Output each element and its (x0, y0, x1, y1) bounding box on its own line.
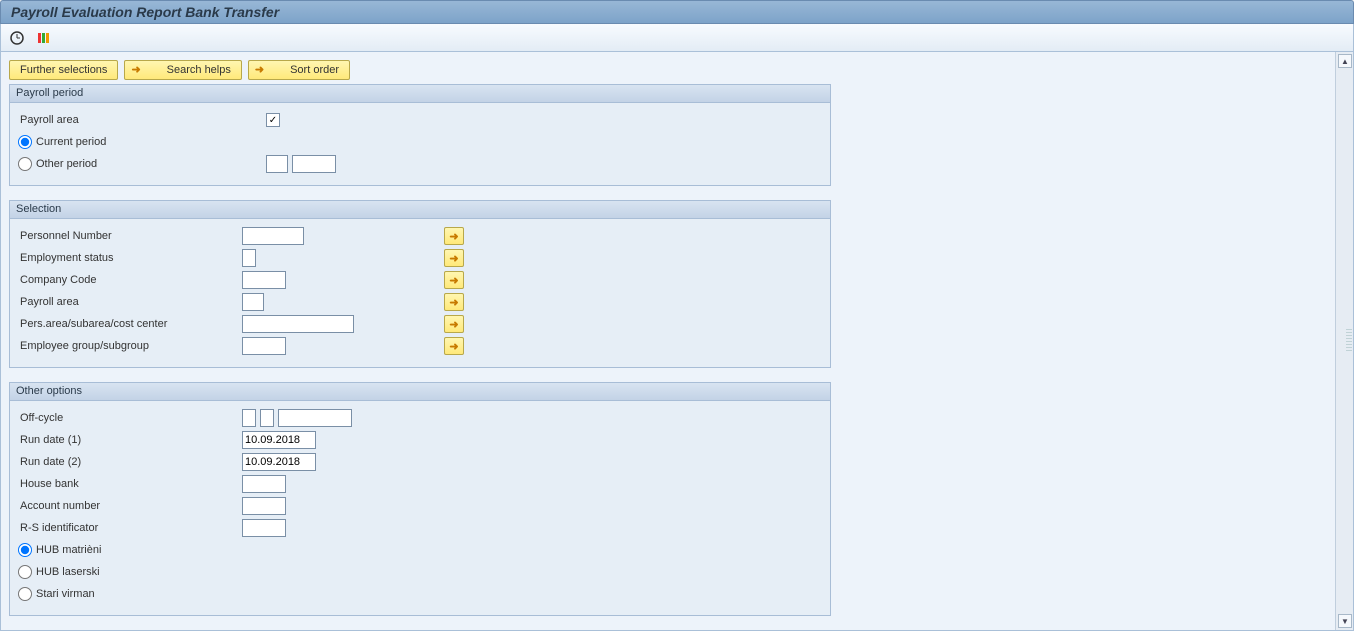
current-period-label: Current period (36, 136, 106, 148)
multi-select-button[interactable]: ➜ (444, 271, 464, 289)
multi-select-button[interactable]: ➜ (444, 315, 464, 333)
vertical-scrollbar[interactable]: ▲ ▼ (1335, 52, 1353, 630)
further-selections-button[interactable]: Further selections (9, 60, 118, 80)
multi-select-button[interactable]: ➜ (444, 249, 464, 267)
scroll-grip-icon[interactable] (1346, 329, 1352, 353)
scroll-area: Further selections ➜ Search helps ➜ Sort… (1, 52, 1335, 630)
payroll-period-group: Payroll period Payroll area ✓ Current pe… (9, 84, 831, 186)
other-period-radio[interactable] (18, 157, 32, 171)
personnel-number-input[interactable] (242, 227, 304, 245)
group-title: Payroll period (10, 85, 830, 103)
stari-virman-radio[interactable] (18, 587, 32, 601)
company-code-input[interactable] (242, 271, 286, 289)
account-number-input[interactable] (242, 497, 286, 515)
company-code-label: Company Code (18, 274, 238, 286)
rs-identificator-input[interactable] (242, 519, 286, 537)
scroll-up-icon[interactable]: ▲ (1338, 54, 1352, 68)
other-options-group: Other options Off-cycle Run date (1) Run… (9, 382, 831, 616)
group-title: Other options (10, 383, 830, 401)
sort-order-label: Sort order (290, 61, 339, 79)
app-toolbar (0, 24, 1354, 52)
scroll-down-icon[interactable]: ▼ (1338, 614, 1352, 628)
content-area: © www.tutorialkart.com Further selection… (0, 52, 1354, 631)
stari-virman-label: Stari virman (36, 588, 95, 600)
hub-matricni-label: HUB matrièni (36, 544, 101, 556)
offcycle-input-1[interactable] (242, 409, 256, 427)
other-period-label: Other period (36, 158, 97, 170)
run-date-1-input[interactable] (242, 431, 316, 449)
offcycle-label: Off-cycle (18, 412, 238, 424)
rs-identificator-label: R-S identificator (18, 522, 238, 534)
run-date-2-input[interactable] (242, 453, 316, 471)
payroll-area-input[interactable] (242, 293, 264, 311)
arrow-right-icon: ➜ (131, 61, 140, 79)
search-helps-button[interactable]: ➜ Search helps (124, 60, 241, 80)
employment-status-label: Employment status (18, 252, 238, 264)
hub-laserski-label: HUB laserski (36, 566, 100, 578)
offcycle-input-3[interactable] (278, 409, 352, 427)
run-date-1-label: Run date (1) (18, 434, 238, 446)
selection-group: Selection Personnel Number ➜ Employment … (9, 200, 831, 368)
multi-select-button[interactable]: ➜ (444, 227, 464, 245)
personnel-number-label: Personnel Number (18, 230, 238, 242)
page-title: Payroll Evaluation Report Bank Transfer (11, 4, 279, 20)
arrow-right-icon: ➜ (255, 61, 264, 79)
group-body: Off-cycle Run date (1) Run date (2) Hous… (10, 401, 830, 615)
offcycle-input-2[interactable] (260, 409, 274, 427)
house-bank-label: House bank (18, 478, 238, 490)
hub-matricni-radio[interactable] (18, 543, 32, 557)
current-period-radio[interactable] (18, 135, 32, 149)
payroll-area-label: Payroll area (18, 296, 238, 308)
other-period-input-1[interactable] (266, 155, 288, 173)
multi-select-button[interactable]: ➜ (444, 293, 464, 311)
payroll-area-checkbox[interactable]: ✓ (266, 113, 280, 127)
other-period-input-2[interactable] (292, 155, 336, 173)
run-date-2-label: Run date (2) (18, 456, 238, 468)
house-bank-input[interactable] (242, 475, 286, 493)
selection-button-row: Further selections ➜ Search helps ➜ Sort… (9, 60, 1327, 80)
employment-status-input[interactable] (242, 249, 256, 267)
group-body: Personnel Number ➜ Employment status ➜ C… (10, 219, 830, 367)
pers-area-label: Pers.area/subarea/cost center (18, 318, 238, 330)
title-bar: Payroll Evaluation Report Bank Transfer (0, 0, 1354, 24)
hub-laserski-radio[interactable] (18, 565, 32, 579)
variant-icon[interactable] (33, 28, 53, 48)
pers-area-input[interactable] (242, 315, 354, 333)
group-body: Payroll area ✓ Current period Other peri… (10, 103, 830, 185)
sort-order-button[interactable]: ➜ Sort order (248, 60, 350, 80)
emp-group-input[interactable] (242, 337, 286, 355)
emp-group-label: Employee group/subgroup (18, 340, 238, 352)
search-helps-label: Search helps (167, 61, 231, 79)
account-number-label: Account number (18, 500, 238, 512)
group-title: Selection (10, 201, 830, 219)
payroll-area-label: Payroll area (18, 114, 238, 126)
multi-select-button[interactable]: ➜ (444, 337, 464, 355)
execute-icon[interactable] (7, 28, 27, 48)
